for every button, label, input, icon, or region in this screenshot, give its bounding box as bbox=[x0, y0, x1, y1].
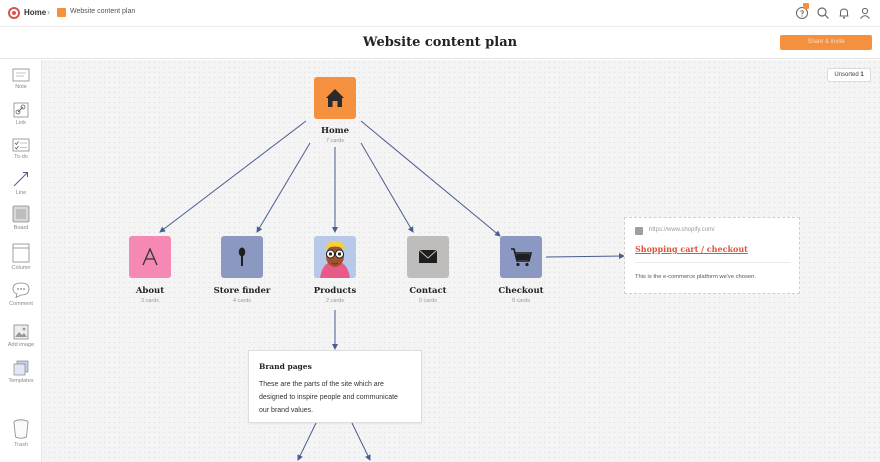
tool-label: Line bbox=[15, 190, 27, 196]
templates-icon bbox=[13, 360, 29, 376]
breadcrumb-current-board[interactable]: Website content plan bbox=[70, 8, 135, 15]
search-icon[interactable] bbox=[816, 6, 830, 20]
tool-note[interactable]: Note bbox=[0, 68, 42, 90]
comment-icon bbox=[12, 282, 30, 299]
note-icon bbox=[12, 68, 30, 82]
breadcrumb-home[interactable]: Home bbox=[24, 8, 46, 17]
tool-label: Comment bbox=[9, 301, 33, 307]
house-icon bbox=[326, 89, 344, 107]
tool-todo[interactable]: To-do bbox=[0, 138, 42, 160]
trash-icon bbox=[13, 419, 29, 439]
tool-label: Column bbox=[11, 265, 31, 271]
home-title[interactable]: Home bbox=[295, 126, 375, 136]
share-button[interactable]: Share & invite bbox=[780, 35, 872, 50]
link-description: This is the e-commerce platform we've ch… bbox=[635, 274, 756, 280]
products-card-count: 2 cards bbox=[325, 298, 345, 304]
checkout-title[interactable]: Checkout bbox=[481, 286, 561, 296]
brand-card-description: These are the parts of the site which ar… bbox=[259, 381, 398, 414]
products-title[interactable]: Products bbox=[295, 286, 375, 296]
line-icon bbox=[13, 172, 28, 187]
store-finder-card-count: 4 cards bbox=[232, 298, 252, 304]
contact-card-count: 0 cards bbox=[418, 298, 438, 304]
brand-card-title: Brand pages bbox=[259, 362, 312, 371]
link-title[interactable]: Shopping cart / checkout bbox=[635, 244, 748, 254]
store-finder-title[interactable]: Store finder bbox=[202, 286, 282, 296]
tool-line[interactable]: Line bbox=[0, 170, 42, 196]
todo-icon bbox=[12, 138, 30, 152]
home-card-count: 7 cards bbox=[325, 138, 345, 144]
checkout-card-count: 0 cards bbox=[511, 298, 531, 304]
tool-label: Note bbox=[15, 84, 27, 90]
about-title[interactable]: About bbox=[110, 286, 190, 296]
unsorted-label: Unsorted bbox=[834, 72, 859, 78]
top-bar: Home › Website content plan bbox=[0, 0, 880, 27]
checkout-board-tile[interactable] bbox=[500, 236, 542, 278]
tool-label: Add image bbox=[7, 342, 35, 348]
bell-icon[interactable] bbox=[837, 6, 851, 20]
link-url: https://www.shopify.com/ bbox=[649, 227, 715, 233]
tool-add-image[interactable]: Add image bbox=[0, 324, 42, 348]
link-icon bbox=[13, 102, 29, 118]
page-title[interactable]: Website content plan bbox=[0, 35, 880, 50]
home-board-tile[interactable] bbox=[314, 77, 356, 119]
favicon-icon bbox=[635, 227, 643, 235]
breadcrumb-separator: › bbox=[47, 7, 50, 17]
tool-label: Board bbox=[13, 225, 29, 231]
link-divider bbox=[635, 262, 791, 263]
tool-trash[interactable]: Trash bbox=[0, 418, 42, 448]
contact-board-tile[interactable] bbox=[407, 236, 449, 278]
notification-badge bbox=[803, 3, 809, 9]
tool-label: Link bbox=[15, 120, 27, 126]
tool-link[interactable]: Link bbox=[0, 102, 42, 126]
board-icon bbox=[12, 205, 30, 223]
unsorted-count: 1 bbox=[860, 72, 864, 78]
milanote-logo-icon[interactable] bbox=[8, 7, 20, 19]
link-card[interactable]: https://www.shopify.com/ Shopping cart /… bbox=[624, 217, 800, 294]
unsorted-button[interactable]: Unsorted 1 bbox=[827, 68, 871, 82]
about-card-count: 3 cards bbox=[140, 298, 160, 304]
letter-a-icon bbox=[142, 247, 158, 266]
products-board-tile[interactable] bbox=[314, 236, 356, 278]
user-icon[interactable] bbox=[858, 6, 872, 20]
tool-label: Templates bbox=[8, 378, 34, 384]
store-finder-board-tile[interactable] bbox=[221, 236, 263, 278]
product-image-icon bbox=[314, 236, 356, 278]
envelope-icon bbox=[418, 249, 438, 263]
tool-column[interactable]: Column bbox=[0, 243, 42, 271]
tool-templates[interactable]: Templates bbox=[0, 360, 42, 384]
column-icon bbox=[12, 243, 30, 263]
contact-title[interactable]: Contact bbox=[388, 286, 468, 296]
left-toolbar: Note Link To-do Line Board Column Commen… bbox=[0, 60, 42, 462]
tool-board[interactable]: Board bbox=[0, 205, 42, 231]
brand-pages-card[interactable]: Brand pages These are the parts of the s… bbox=[248, 350, 422, 423]
image-icon bbox=[13, 324, 29, 340]
tool-label: Trash bbox=[14, 442, 28, 448]
pin-icon bbox=[238, 247, 246, 266]
board-color-icon bbox=[57, 8, 66, 17]
tool-comment[interactable]: Comment bbox=[0, 281, 42, 307]
tool-label: To-do bbox=[14, 154, 28, 160]
cart-icon bbox=[511, 248, 533, 267]
about-board-tile[interactable] bbox=[129, 236, 171, 278]
